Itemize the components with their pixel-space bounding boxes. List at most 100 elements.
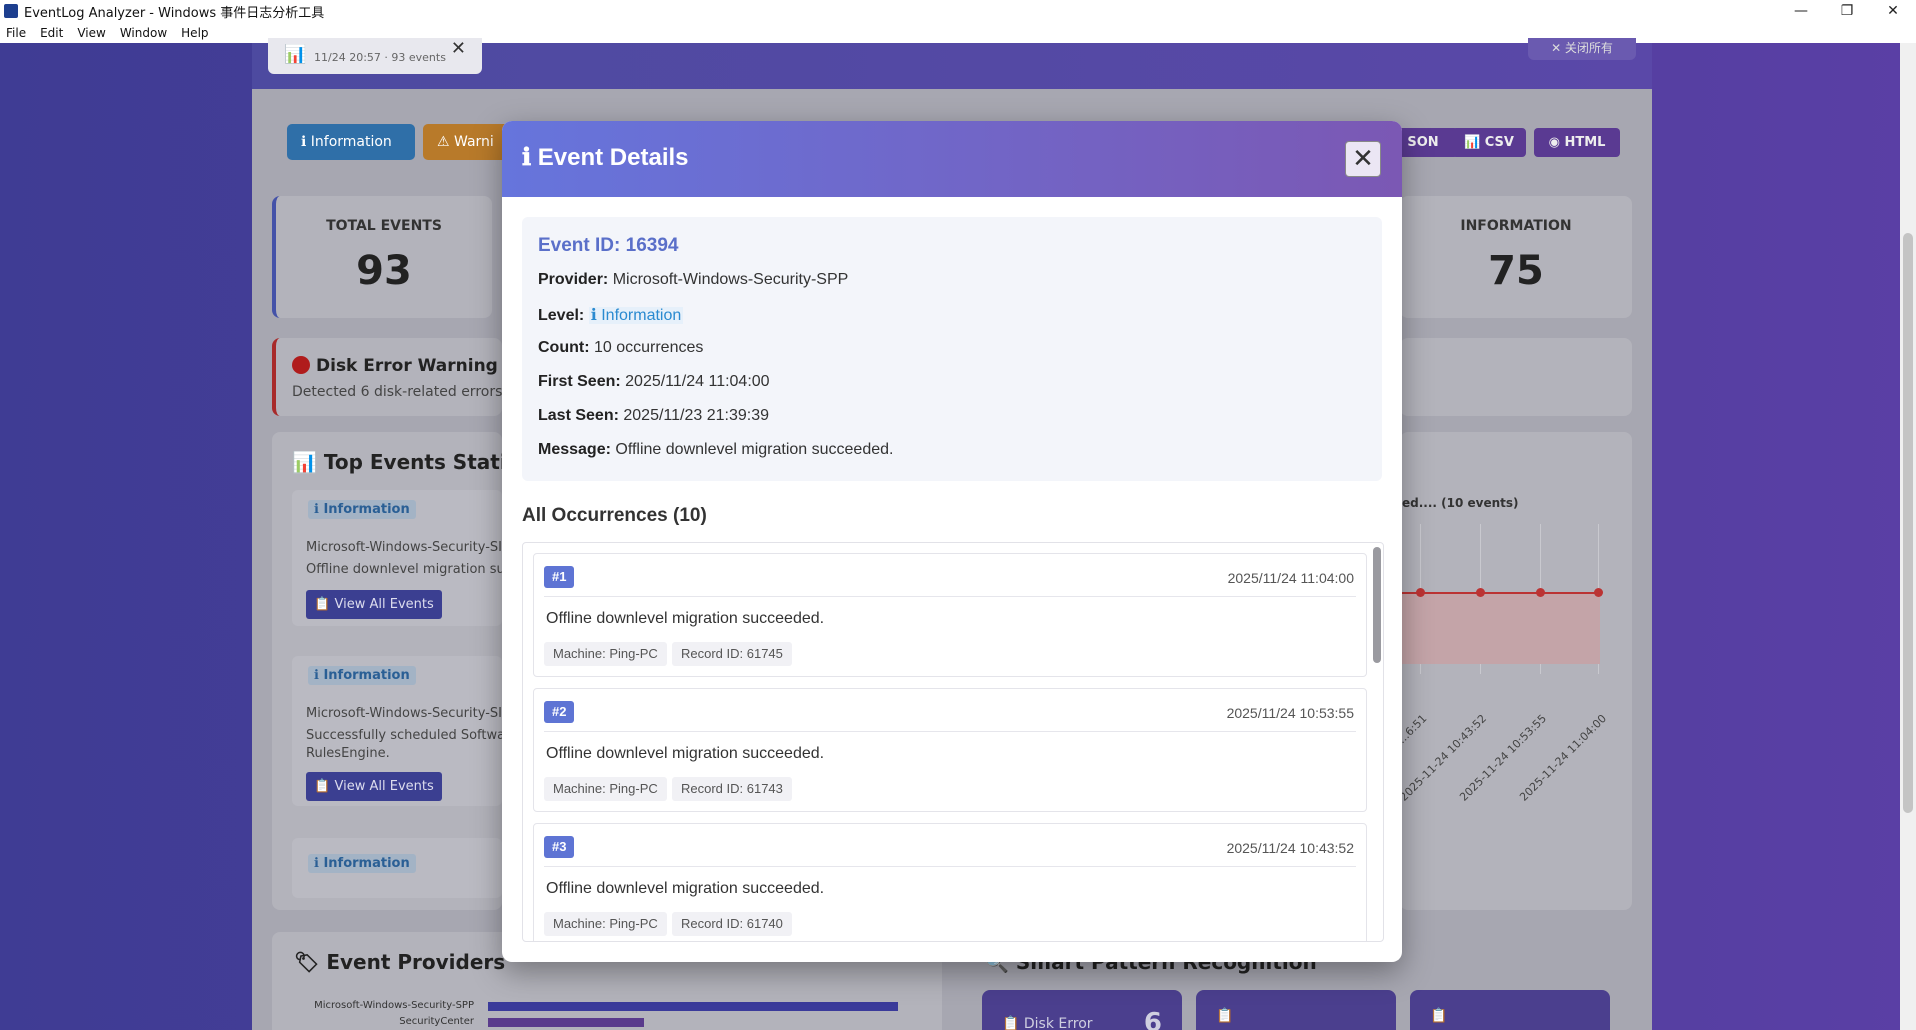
chart-line bbox=[1400, 592, 1600, 594]
occurrence-number: #2 bbox=[544, 701, 575, 723]
minimize-button[interactable]: — bbox=[1778, 0, 1824, 22]
occurrence-number: #3 bbox=[544, 836, 575, 858]
level-chip: ℹ Information bbox=[308, 666, 416, 685]
first-seen-value: 2025/11/24 11:04:00 bbox=[625, 373, 770, 390]
export-html-label: HTML bbox=[1564, 135, 1606, 150]
chart-point bbox=[1536, 588, 1545, 597]
machine-tag: Machine: Ping-PC bbox=[544, 912, 667, 936]
modal-title: ℹ Event Details bbox=[522, 144, 689, 171]
pattern-card-disk-error[interactable]: 📋 Disk Error 6 bbox=[982, 990, 1182, 1030]
event-message-cont: RulesEngine. bbox=[306, 746, 390, 761]
view-all-events-button[interactable]: 📋 View All Events bbox=[306, 590, 442, 619]
title-bar: EventLog Analyzer - Windows 事件日志分析工具 — ❐… bbox=[0, 0, 1916, 22]
provider-bar-label: SecurityCenter bbox=[399, 1016, 474, 1027]
modal-header: ℹ Event Details ✕ bbox=[502, 121, 1402, 197]
export-html-button[interactable]: ◉ HTML bbox=[1534, 128, 1620, 157]
stat-label: TOTAL EVENTS bbox=[326, 218, 442, 234]
detail-provider: Provider: Microsoft-Windows-Security-SPP bbox=[538, 271, 849, 288]
provider-bar-label: Microsoft-Windows-Security-SPP bbox=[314, 1000, 474, 1011]
chart-point bbox=[1416, 588, 1425, 597]
chart-point bbox=[1476, 588, 1485, 597]
close-icon[interactable]: ✕ bbox=[451, 38, 466, 59]
close-icon: ✕ bbox=[1352, 144, 1374, 174]
event-message: Successfully scheduled Software bbox=[306, 728, 519, 743]
disk-warning-desc: Detected 6 disk-related errors bbox=[292, 384, 503, 400]
record-id-tag: Record ID: 61743 bbox=[672, 777, 792, 801]
stat-value: 75 bbox=[1488, 248, 1544, 294]
view-all-events-button[interactable]: 📋 View All Events bbox=[306, 772, 442, 801]
event-details-panel: Event ID: 16394 Provider: Microsoft-Wind… bbox=[522, 217, 1382, 481]
detail-message: Message: Offline downlevel migration suc… bbox=[538, 441, 894, 458]
event-id: Event ID: 16394 bbox=[538, 235, 679, 256]
disk-warning-title: Disk Error Warning bbox=[316, 356, 498, 376]
occurrence-time: 2025/11/24 10:53:55 bbox=[1226, 705, 1354, 721]
disk-warning-card: Disk Error Warning Detected 6 disk-relat… bbox=[272, 338, 502, 416]
report-tab-subtitle: 11/24 20:57 · 93 events bbox=[314, 51, 446, 64]
filter-information-button[interactable]: ℹ Information bbox=[287, 124, 415, 160]
occurrences-list[interactable]: #1 2025/11/24 11:04:00 Offline downlevel… bbox=[522, 542, 1384, 942]
level-value: ℹ Information bbox=[588, 307, 684, 324]
top-events-card: 📊 Top Events Statisti ℹ Information Micr… bbox=[272, 432, 535, 910]
chart-icon: 📊 bbox=[284, 44, 307, 65]
event-provider: Microsoft-Windows-Security-SI bbox=[306, 540, 502, 555]
export-csv-button[interactable]: 📊 CSV bbox=[1452, 128, 1526, 157]
restore-button[interactable]: ❐ bbox=[1824, 0, 1870, 22]
divider bbox=[544, 866, 1356, 867]
occurrence-item: #2 2025/11/24 10:53:55 Offline downlevel… bbox=[533, 688, 1367, 812]
list-item: ℹ Information bbox=[292, 838, 502, 898]
occurrence-time: 2025/11/24 10:43:52 bbox=[1226, 840, 1354, 856]
timeline-chart-card: ed.... (10 events) ...6:51 2025-11-24 10… bbox=[1395, 432, 1632, 910]
chart-area bbox=[1400, 592, 1600, 664]
divider bbox=[544, 731, 1356, 732]
occurrence-item: #1 2025/11/24 11:04:00 Offline downlevel… bbox=[533, 553, 1367, 677]
occurrence-message: Offline downlevel migration succeeded. bbox=[546, 880, 825, 897]
window-title: EventLog Analyzer - Windows 事件日志分析工具 bbox=[24, 5, 325, 21]
pattern-value: 6 bbox=[1143, 1008, 1162, 1030]
occurrences-title: All Occurrences (10) bbox=[522, 505, 707, 526]
providers-title: Event Providers bbox=[326, 950, 506, 974]
filter-warning-button[interactable]: ⚠ Warni bbox=[423, 124, 513, 160]
provider-value: Microsoft-Windows-Security-SPP bbox=[612, 271, 849, 288]
record-id-tag: Record ID: 61740 bbox=[672, 912, 792, 936]
scrollbar-thumb[interactable] bbox=[1903, 233, 1913, 813]
event-details-modal: ℹ Event Details ✕ Event ID: 16394 Provid… bbox=[502, 121, 1402, 962]
pattern-card[interactable]: 📋 bbox=[1410, 990, 1610, 1030]
window-controls: — ❐ ✕ bbox=[1778, 0, 1916, 22]
menu-view[interactable]: View bbox=[77, 26, 105, 40]
app-icon bbox=[4, 4, 18, 18]
last-seen-value: 2025/11/23 21:39:39 bbox=[623, 407, 769, 424]
clipboard-icon: 📋 bbox=[1216, 1008, 1234, 1024]
stat-card-total: TOTAL EVENTS 93 bbox=[272, 196, 492, 318]
page-scrollbar[interactable] bbox=[1900, 43, 1916, 1030]
chart-title: ed.... (10 events) bbox=[1402, 496, 1519, 510]
occurrence-message: Offline downlevel migration succeeded. bbox=[546, 745, 825, 762]
menu-edit[interactable]: Edit bbox=[40, 26, 63, 40]
detail-level: Level: ℹ Information bbox=[538, 307, 684, 324]
menu-window[interactable]: Window bbox=[120, 26, 167, 40]
menu-file[interactable]: File bbox=[6, 26, 26, 40]
provider-bar bbox=[488, 1018, 644, 1027]
provider-bar bbox=[488, 1002, 898, 1011]
close-all-button[interactable]: ✕ 关闭所有 bbox=[1528, 38, 1636, 60]
bar-chart-icon: 📊 bbox=[292, 450, 317, 474]
occurrence-item: #3 2025/11/24 10:43:52 Offline downlevel… bbox=[533, 823, 1367, 941]
menu-help[interactable]: Help bbox=[181, 26, 208, 40]
close-window-button[interactable]: ✕ bbox=[1870, 0, 1916, 22]
stat-value: 93 bbox=[356, 248, 412, 294]
modal-close-button[interactable]: ✕ bbox=[1345, 141, 1381, 177]
occurrences-scrollbar-thumb[interactable] bbox=[1373, 547, 1381, 663]
event-message: Offline downlevel migration succ bbox=[306, 562, 520, 577]
alert-card bbox=[1400, 338, 1632, 416]
report-tab[interactable]: 📊 11/24 20:57 · 93 events ✕ bbox=[268, 38, 482, 74]
list-item: ℹ Information Microsoft-Windows-Security… bbox=[292, 656, 518, 806]
level-chip: ℹ Information bbox=[308, 500, 416, 519]
tag-icon: 🏷 bbox=[294, 950, 320, 974]
pattern-card[interactable]: 📋 bbox=[1196, 990, 1396, 1030]
pattern-label: Disk Error bbox=[1023, 1016, 1093, 1030]
divider bbox=[544, 596, 1356, 597]
message-value: Offline downlevel migration succeeded. bbox=[615, 441, 894, 458]
event-provider: Microsoft-Windows-Security-SI bbox=[306, 706, 502, 721]
occurrence-number: #1 bbox=[544, 566, 575, 588]
occurrence-message: Offline downlevel migration succeeded. bbox=[546, 610, 825, 627]
detail-first-seen: First Seen: 2025/11/24 11:04:00 bbox=[538, 373, 770, 390]
